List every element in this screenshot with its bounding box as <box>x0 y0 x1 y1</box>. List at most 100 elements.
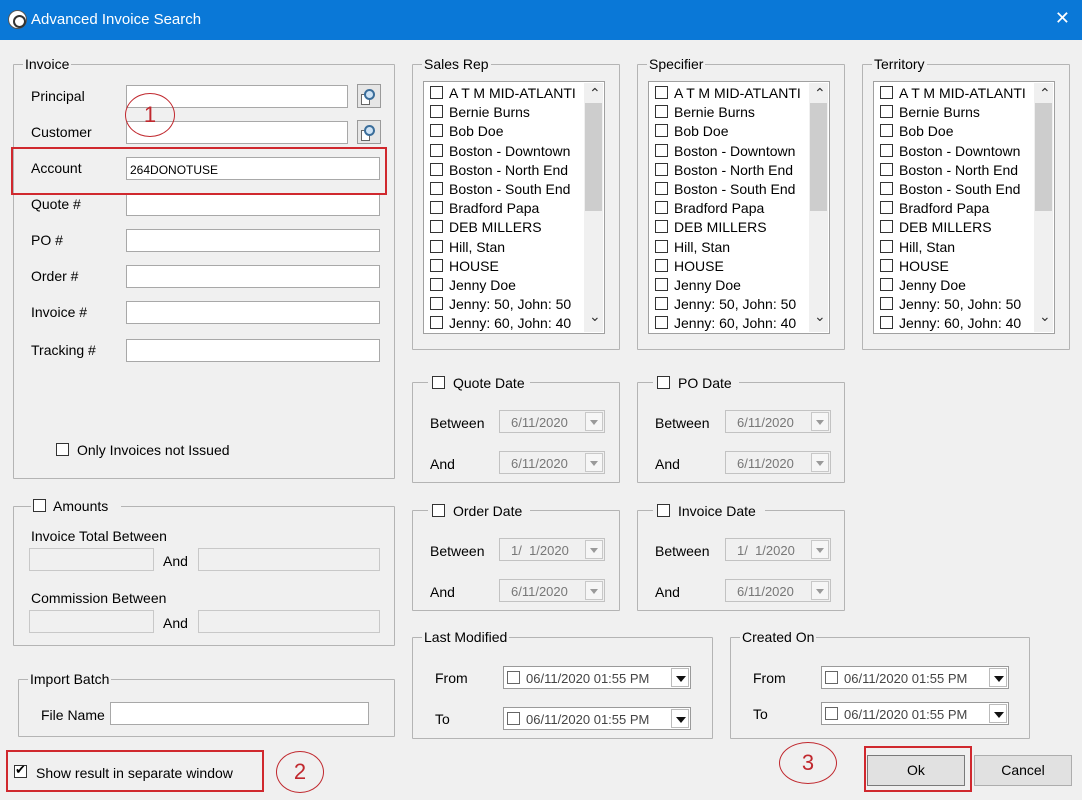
specifier-item-checkbox[interactable] <box>655 239 668 253</box>
chevron-up-icon[interactable]: ⌃ <box>814 86 826 102</box>
sales-rep-item-checkbox[interactable] <box>430 182 443 195</box>
chevron-down-icon[interactable] <box>989 704 1007 723</box>
sales-rep-list-item[interactable]: Bernie Burns <box>425 102 583 121</box>
sales-rep-item-checkbox[interactable] <box>430 316 443 330</box>
territory-item-checkbox[interactable] <box>880 143 893 157</box>
territory-item-checkbox[interactable] <box>880 316 893 330</box>
sales-rep-item-checkbox[interactable] <box>430 239 443 253</box>
territory-item-checkbox[interactable] <box>880 162 893 176</box>
specifier-list-item[interactable]: Jenny: 60, John: 40 <box>650 313 808 332</box>
territory-list-item[interactable]: Bob Doe <box>875 121 1033 140</box>
order-date-to-dropdown[interactable]: 6/11/2020 <box>499 579 605 602</box>
sales-rep-list[interactable]: A T M MID-ATLANTI Bernie Burns Bob Doe Bost… <box>423 81 605 334</box>
sales-rep-item-checkbox[interactable] <box>430 297 443 311</box>
territory-list-item[interactable]: Bernie Burns <box>875 102 1033 121</box>
cancel-button[interactable]: Cancel <box>974 755 1072 786</box>
territory-item-checkbox[interactable] <box>880 201 893 215</box>
last-modified-to-picker[interactable]: 06/11/2020 01:55 PM <box>503 707 691 730</box>
file-name-input[interactable] <box>110 702 369 725</box>
specifier-item-checkbox[interactable] <box>655 201 668 215</box>
specifier-scroll-thumb[interactable] <box>810 103 827 211</box>
territory-list-item[interactable]: HOUSE <box>875 256 1033 275</box>
sales-rep-list-item[interactable]: Boston - North End <box>425 160 583 179</box>
po-date-checkbox[interactable] <box>657 376 670 389</box>
sales-rep-list-item[interactable]: Boston - South End <box>425 179 583 198</box>
sales-rep-scrollbar[interactable]: ⌃ ⌄ <box>584 83 603 332</box>
territory-item-checkbox[interactable] <box>880 278 893 291</box>
chevron-up-icon[interactable]: ⌃ <box>589 86 601 102</box>
quote-date-from-dropdown[interactable]: 6/11/2020 <box>499 410 605 433</box>
po-number-input[interactable] <box>126 229 380 252</box>
territory-list-item[interactable]: DEB MILLERS <box>875 217 1033 236</box>
invoice-date-from-dropdown[interactable]: 1/ 1/2020 <box>725 538 831 561</box>
chevron-down-icon[interactable] <box>671 709 689 728</box>
specifier-item-checkbox[interactable] <box>655 278 668 291</box>
invoice-number-input[interactable] <box>126 301 380 324</box>
invoice-date-to-dropdown[interactable]: 6/11/2020 <box>725 579 831 602</box>
specifier-item-checkbox[interactable] <box>655 220 668 234</box>
territory-list-item[interactable]: A T M MID-ATLANTI <box>875 83 1033 102</box>
territory-item-checkbox[interactable] <box>880 297 893 311</box>
quote-date-checkbox[interactable] <box>432 376 445 389</box>
po-date-to-dropdown[interactable]: 6/11/2020 <box>725 451 831 474</box>
specifier-item-checkbox[interactable] <box>655 297 668 311</box>
specifier-item-checkbox[interactable] <box>655 143 668 157</box>
sales-rep-item-checkbox[interactable] <box>430 278 443 291</box>
created-on-to-picker[interactable]: 06/11/2020 01:55 PM <box>821 702 1009 725</box>
last-modified-to-checkbox[interactable] <box>507 712 520 725</box>
territory-list-item[interactable]: Hill, Stan <box>875 237 1033 256</box>
sales-rep-list-item[interactable]: Jenny: 60, John: 40 <box>425 313 583 332</box>
customer-lookup-button[interactable] <box>357 120 381 144</box>
chevron-down-icon[interactable]: ⌄ <box>814 309 826 325</box>
territory-item-checkbox[interactable] <box>880 239 893 253</box>
order-number-input[interactable] <box>126 265 380 288</box>
territory-item-checkbox[interactable] <box>880 182 893 195</box>
sales-rep-list-item[interactable]: A T M MID-ATLANTI <box>425 83 583 102</box>
chevron-down-icon[interactable] <box>989 668 1007 687</box>
sales-rep-item-checkbox[interactable] <box>430 143 443 157</box>
close-icon[interactable]: ✕ <box>1055 8 1070 29</box>
sales-rep-item-checkbox[interactable] <box>430 162 443 176</box>
only-not-issued-checkbox[interactable] <box>56 443 69 456</box>
sales-rep-list-item[interactable]: Boston - Downtown <box>425 141 583 160</box>
specifier-list-item[interactable]: Bernie Burns <box>650 102 808 121</box>
specifier-list-item[interactable]: Jenny: 50, John: 50 <box>650 294 808 313</box>
created-on-from-picker[interactable]: 06/11/2020 01:55 PM <box>821 666 1009 689</box>
specifier-list[interactable]: A T M MID-ATLANTI Bernie Burns Bob Doe Bost… <box>648 81 830 334</box>
specifier-item-checkbox[interactable] <box>655 124 668 138</box>
sales-rep-item-checkbox[interactable] <box>430 258 443 272</box>
sales-rep-item-checkbox[interactable] <box>430 220 443 234</box>
sales-rep-list-item[interactable]: Jenny: 50, John: 50 <box>425 294 583 313</box>
sales-rep-list-item[interactable]: DEB MILLERS <box>425 217 583 236</box>
territory-item-checkbox[interactable] <box>880 220 893 234</box>
sales-rep-list-item[interactable]: Jenny Doe <box>425 275 583 294</box>
commission-to-input[interactable] <box>198 610 380 633</box>
chevron-down-icon[interactable]: ⌄ <box>589 309 601 325</box>
territory-item-checkbox[interactable] <box>880 258 893 272</box>
po-date-from-dropdown[interactable]: 6/11/2020 <box>725 410 831 433</box>
territory-list[interactable]: A T M MID-ATLANTI Bernie Burns Bob Doe Bost… <box>873 81 1055 334</box>
sales-rep-list-item[interactable]: Bob Doe <box>425 121 583 140</box>
territory-item-checkbox[interactable] <box>880 124 893 138</box>
specifier-item-checkbox[interactable] <box>655 105 668 119</box>
territory-list-item[interactable]: Bradford Papa <box>875 198 1033 217</box>
specifier-list-item[interactable]: Boston - Downtown <box>650 141 808 160</box>
territory-list-item[interactable]: Jenny: 60, John: 40 <box>875 313 1033 332</box>
sales-rep-list-item[interactable]: Hill, Stan <box>425 237 583 256</box>
chevron-down-icon[interactable]: ⌄ <box>1039 309 1051 325</box>
sales-rep-item-checkbox[interactable] <box>430 86 443 99</box>
principal-lookup-button[interactable] <box>357 84 381 108</box>
specifier-item-checkbox[interactable] <box>655 182 668 195</box>
invoice-date-checkbox[interactable] <box>657 504 670 517</box>
invoice-total-to-input[interactable] <box>198 548 380 571</box>
specifier-item-checkbox[interactable] <box>655 162 668 176</box>
specifier-list-item[interactable]: Boston - North End <box>650 160 808 179</box>
last-modified-from-picker[interactable]: 06/11/2020 01:55 PM <box>503 666 691 689</box>
chevron-up-icon[interactable]: ⌃ <box>1039 86 1051 102</box>
created-on-from-checkbox[interactable] <box>825 671 838 684</box>
territory-list-item[interactable]: Boston - North End <box>875 160 1033 179</box>
territory-list-item[interactable]: Boston - Downtown <box>875 141 1033 160</box>
order-date-checkbox[interactable] <box>432 504 445 517</box>
invoice-total-from-input[interactable] <box>29 548 154 571</box>
specifier-list-item[interactable]: HOUSE <box>650 256 808 275</box>
